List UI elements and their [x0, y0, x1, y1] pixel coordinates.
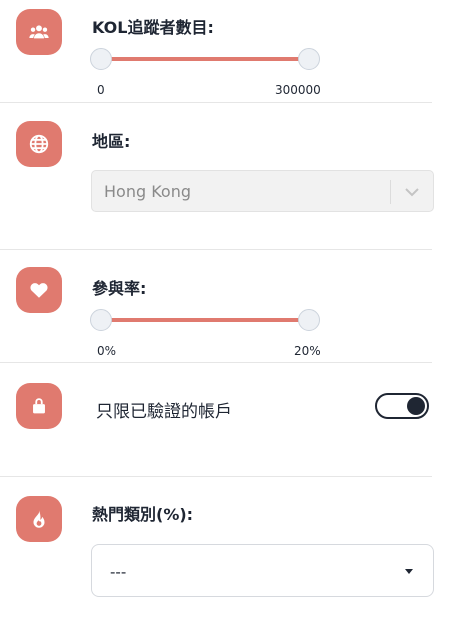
verified-toggle[interactable] — [375, 393, 429, 419]
region-label: 地區: — [92, 132, 131, 151]
engagement-min-handle[interactable] — [90, 309, 112, 331]
users-icon — [16, 9, 62, 55]
select-separator — [390, 180, 391, 204]
engagement-max-value: 20% — [294, 344, 321, 358]
followers-range-slider[interactable] — [90, 47, 320, 71]
chevron-down-icon[interactable] — [403, 184, 421, 200]
slider-track — [100, 318, 310, 322]
verified-label: 只限已驗證的帳戶 — [96, 402, 232, 422]
category-filter: 熱門類別(%): --- — [0, 477, 452, 640]
verified-filter: 只限已驗證的帳戶 — [0, 363, 452, 476]
toggle-knob — [407, 397, 425, 415]
followers-max-value: 300000 — [275, 83, 321, 97]
globe-icon — [16, 121, 62, 167]
fire-icon — [16, 496, 62, 542]
slider-track — [100, 57, 310, 61]
engagement-max-handle[interactable] — [298, 309, 320, 331]
lock-icon — [16, 383, 62, 429]
followers-label: KOL追蹤者數目: — [92, 18, 214, 37]
followers-filter: KOL追蹤者數目: 0 300000 — [0, 0, 452, 102]
region-selected-value: Hong Kong — [104, 182, 191, 201]
region-filter: 地區: Hong Kong — [0, 103, 452, 249]
engagement-label: 參與率: — [92, 279, 147, 298]
engagement-min-value: 0% — [97, 344, 117, 358]
caret-down-icon[interactable] — [405, 569, 413, 574]
engagement-filter: 參與率: 0% 20% — [0, 250, 452, 362]
category-select[interactable]: --- — [91, 544, 434, 597]
followers-max-handle[interactable] — [298, 48, 320, 70]
category-selected-value: --- — [110, 563, 127, 581]
category-label: 熱門類別(%): — [92, 505, 194, 524]
heart-icon — [16, 267, 62, 313]
engagement-range-slider[interactable] — [90, 308, 320, 332]
followers-min-handle[interactable] — [90, 48, 112, 70]
region-select[interactable]: Hong Kong — [91, 170, 434, 212]
followers-min-value: 0 — [97, 83, 105, 97]
